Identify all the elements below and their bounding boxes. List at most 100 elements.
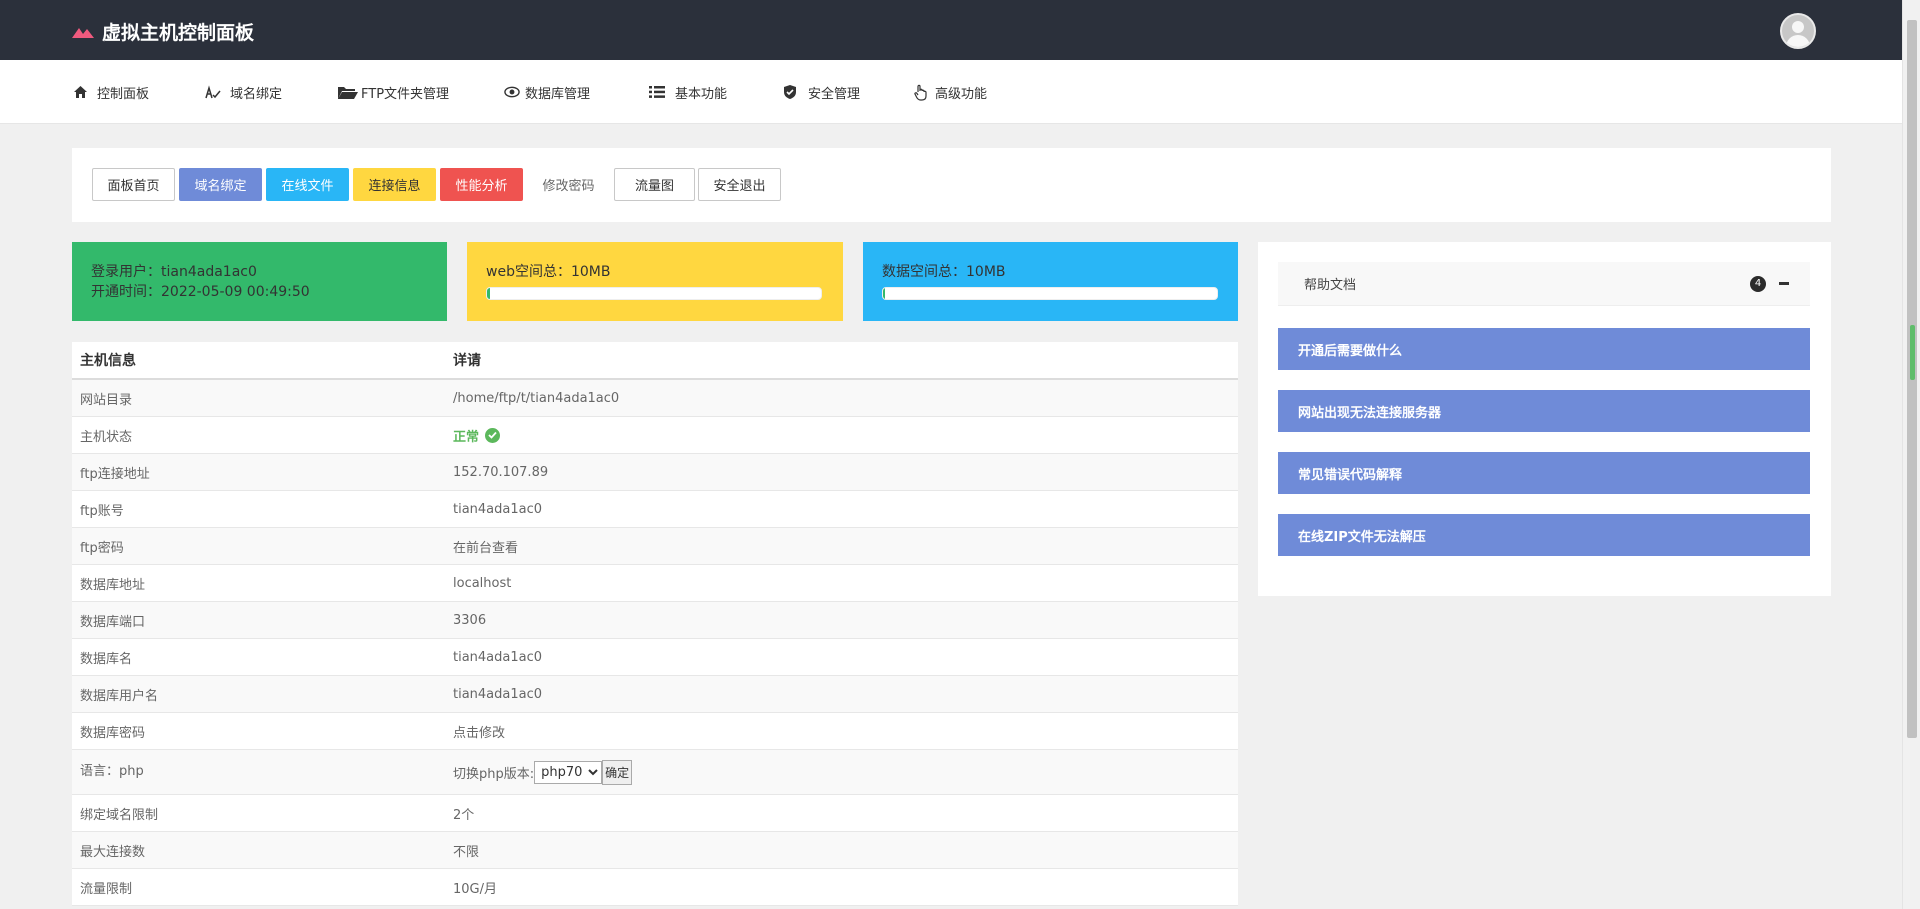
help-item-zip-extract[interactable]: 在线ZIP文件无法解压 bbox=[1278, 514, 1810, 556]
row-value: tian4ada1ac0 bbox=[453, 501, 543, 517]
db-password-change-link[interactable]: 点击修改 bbox=[453, 722, 1238, 741]
open-time-text: 开通时间：2022-05-09 00:49:50 bbox=[91, 284, 310, 300]
row-value: 152.70.107.89 bbox=[453, 464, 549, 480]
page-scrollbar[interactable] bbox=[1902, 0, 1920, 909]
help-docs-title: 帮助文档 bbox=[1304, 278, 1357, 293]
row-label: 数据库用户名 bbox=[80, 688, 159, 704]
list-icon bbox=[649, 84, 665, 100]
row-label: 数据库端口 bbox=[80, 614, 146, 630]
nav-item-security[interactable]: 安全管理 bbox=[782, 60, 860, 124]
table-row: 流量限制 10G/月 bbox=[72, 869, 1238, 906]
row-value: 不限 bbox=[453, 844, 480, 860]
table-row: 数据库端口 3306 bbox=[72, 602, 1238, 639]
row-value: tian4ada1ac0 bbox=[453, 686, 543, 702]
web-space-progress bbox=[486, 287, 822, 300]
shield-icon bbox=[782, 84, 798, 100]
row-value: 2个 bbox=[453, 807, 475, 823]
help-item-cannot-connect[interactable]: 网站出现无法连接服务器 bbox=[1278, 390, 1810, 432]
row-value: tian4ada1ac0 bbox=[453, 649, 543, 665]
table-row: 数据库用户名 tian4ada1ac0 bbox=[72, 676, 1238, 713]
row-value: 切换php版本: php70 确定 bbox=[453, 759, 1238, 785]
user-avatar[interactable] bbox=[1780, 13, 1816, 49]
top-bar: 虚拟主机控制面板 bbox=[0, 0, 1902, 60]
app-title: 虚拟主机控制面板 bbox=[102, 22, 255, 44]
header-host-info: 主机信息 bbox=[80, 353, 136, 369]
main-nav: 控制面板 域名绑定 FTP文件夹管理 数据库管理 基本功能 安全管理 高级功能 bbox=[0, 60, 1902, 124]
help-item-after-activation[interactable]: 开通后需要做什么 bbox=[1278, 328, 1810, 370]
nav-item-basic-features[interactable]: 基本功能 bbox=[649, 60, 727, 124]
brand[interactable]: 虚拟主机控制面板 bbox=[72, 18, 254, 45]
php-confirm-button[interactable]: 确定 bbox=[602, 759, 633, 785]
table-row: 语言：php 切换php版本: php70 确定 bbox=[72, 750, 1238, 795]
panel-home-button[interactable]: 面板首页 bbox=[92, 168, 175, 201]
table-header: 主机信息 详请 bbox=[72, 342, 1238, 380]
nav-item-label: FTP文件夹管理 bbox=[361, 86, 450, 102]
eye-icon bbox=[504, 84, 520, 100]
row-value: 在前台查看 bbox=[453, 540, 519, 556]
user-info-card: 登录用户：tian4ada1ac0 开通时间：2022-05-09 00:49:… bbox=[72, 242, 447, 321]
change-password-button[interactable]: 修改密码 bbox=[527, 168, 610, 201]
table-row: ftp密码 在前台查看 bbox=[72, 528, 1238, 565]
table-row: 最大连接数 不限 bbox=[72, 832, 1238, 869]
row-label: 语言：php bbox=[80, 764, 144, 779]
php-version-select[interactable]: php70 bbox=[534, 760, 603, 784]
nav-item-ftp-folder[interactable]: FTP文件夹管理 bbox=[337, 60, 449, 124]
db-space-progress bbox=[882, 287, 1218, 300]
web-space-text: web空间总：10MB bbox=[486, 264, 611, 280]
traffic-chart-button[interactable]: 流量图 bbox=[614, 168, 695, 201]
logout-button[interactable]: 安全退出 bbox=[698, 168, 781, 201]
scrollbar-marker bbox=[1910, 325, 1915, 380]
row-label: 数据库密码 bbox=[80, 725, 146, 741]
row-label: 最大连接数 bbox=[80, 844, 146, 860]
nav-item-label: 域名绑定 bbox=[230, 86, 283, 102]
row-label: 流量限制 bbox=[80, 881, 133, 897]
row-label: ftp账号 bbox=[80, 503, 124, 519]
connection-info-button[interactable]: 连接信息 bbox=[353, 168, 436, 201]
table-row: ftp账号 tian4ada1ac0 bbox=[72, 491, 1238, 528]
db-space-card: 数据空间总：10MB bbox=[863, 242, 1238, 321]
row-value: 3306 bbox=[453, 612, 487, 628]
nav-item-database[interactable]: 数据库管理 bbox=[504, 60, 590, 124]
performance-analysis-button[interactable]: 性能分析 bbox=[440, 168, 523, 201]
row-label: ftp连接地址 bbox=[80, 466, 150, 482]
online-files-button[interactable]: 在线文件 bbox=[266, 168, 349, 201]
help-docs-panel: 帮助文档 4 开通后需要做什么 网站出现无法连接服务器 常见错误代码解释 在线Z… bbox=[1258, 242, 1831, 596]
table-row: ftp连接地址 152.70.107.89 bbox=[72, 454, 1238, 491]
check-circle-icon bbox=[485, 427, 501, 443]
login-user-text: 登录用户：tian4ada1ac0 bbox=[91, 264, 257, 280]
db-space-text: 数据空间总：10MB bbox=[882, 264, 1006, 280]
nav-item-label: 安全管理 bbox=[808, 86, 861, 102]
table-row: 数据库名 tian4ada1ac0 bbox=[72, 639, 1238, 676]
php-switch-label: 切换php版本: bbox=[453, 766, 535, 782]
help-item-error-codes[interactable]: 常见错误代码解释 bbox=[1278, 452, 1810, 494]
table-row: 数据库密码 点击修改 bbox=[72, 713, 1238, 750]
home-icon bbox=[72, 84, 88, 100]
table-row: 绑定域名限制 2个 bbox=[72, 795, 1238, 832]
nav-item-label: 高级功能 bbox=[935, 86, 988, 102]
pointer-hand-icon bbox=[913, 84, 929, 101]
web-space-card: web空间总：10MB bbox=[467, 242, 843, 321]
row-value: 正常 bbox=[453, 426, 1238, 445]
row-label: 数据库名 bbox=[80, 651, 133, 667]
nav-item-control-panel[interactable]: 控制面板 bbox=[72, 60, 149, 124]
nav-item-label: 数据库管理 bbox=[525, 86, 591, 102]
table-row: 网站目录 /home/ftp/t/tian4ada1ac0 bbox=[72, 380, 1238, 417]
collapse-minus-icon[interactable] bbox=[1778, 278, 1790, 290]
row-label: 网站目录 bbox=[80, 392, 133, 408]
row-value: /home/ftp/t/tian4ada1ac0 bbox=[453, 390, 620, 406]
table-row: 主机状态 正常 bbox=[72, 417, 1238, 454]
row-value: localhost bbox=[453, 575, 512, 591]
nav-item-advanced[interactable]: 高级功能 bbox=[913, 60, 987, 124]
row-label: 主机状态 bbox=[80, 429, 133, 445]
help-count-badge: 4 bbox=[1750, 275, 1766, 292]
nav-item-domain-binding[interactable]: 域名绑定 bbox=[205, 60, 282, 124]
folder-open-icon bbox=[337, 84, 359, 100]
row-label: 数据库地址 bbox=[80, 577, 146, 593]
domain-binding-button[interactable]: 域名绑定 bbox=[179, 168, 262, 201]
nav-item-label: 基本功能 bbox=[675, 86, 728, 102]
signature-icon bbox=[205, 84, 221, 100]
table-row: 数据库地址 localhost bbox=[72, 565, 1238, 602]
help-docs-header: 帮助文档 4 bbox=[1278, 262, 1810, 306]
row-label: ftp密码 bbox=[80, 540, 124, 556]
status-ok-text: 正常 bbox=[453, 429, 480, 445]
